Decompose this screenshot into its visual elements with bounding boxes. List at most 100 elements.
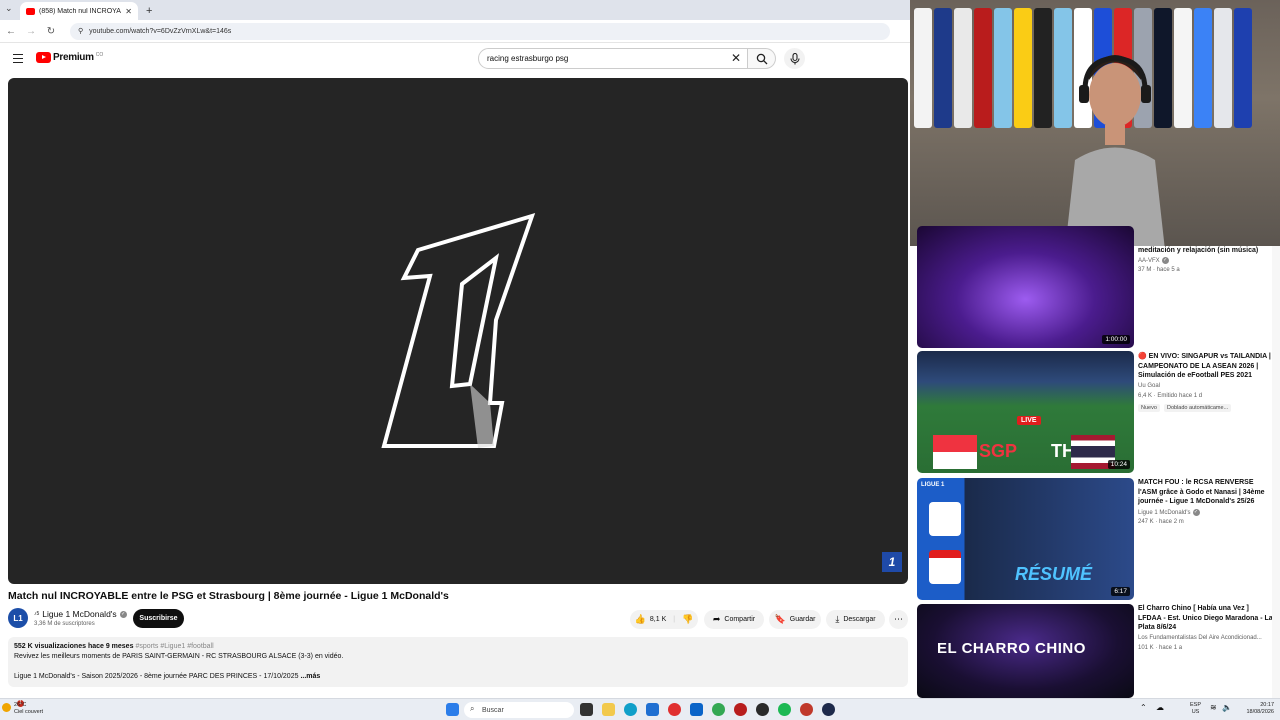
recommendation-title[interactable]: MATCH FOU : le RCSA RENVERSE l'ASM grâce… — [1138, 478, 1273, 507]
forward-icon[interactable]: → — [22, 26, 40, 37]
tab-list-chevron-icon[interactable]: ⌄ — [5, 3, 13, 14]
verified-icon: ✓ — [119, 610, 127, 618]
clear-search-icon[interactable]: ✕ — [731, 51, 741, 65]
channel-name-row[interactable]: ♪5 Ligue 1 McDonald's ✓ — [34, 609, 127, 619]
menu-icon[interactable] — [13, 54, 23, 63]
subscriber-count: 3,36 M de suscriptores — [34, 621, 95, 627]
like-icon[interactable]: 👍 — [635, 614, 646, 625]
view-count: 552 K visualizaciones — [14, 643, 86, 650]
volume-icon[interactable]: 🔈 — [1222, 703, 1232, 712]
video-player[interactable]: 1 — [8, 78, 908, 584]
verified-icon: ✓ — [1161, 257, 1169, 264]
recommendation-title[interactable]: meditación y relajación (sin música) — [1138, 246, 1273, 256]
singapore-flag-icon — [933, 435, 977, 469]
share-label: Compartir — [724, 616, 756, 623]
search-value: racing estrasburgo psg — [487, 54, 569, 63]
weather-widget[interactable]: 26°C Ciel couvert — [14, 702, 43, 716]
close-tab-icon[interactable]: ✕ — [125, 7, 132, 16]
like-dislike-group: 👍 8,1 K | 👎 — [630, 610, 698, 629]
description-line-1: Revivez les meilleurs moments de PARIS S… — [14, 653, 344, 660]
spotify-icon[interactable] — [778, 703, 791, 716]
recommendation-thumbnail[interactable]: EL CHARRO CHINO — [917, 604, 1134, 698]
recommendation-thumbnail[interactable]: LIGUE 1 RÉSUMÉ 6:17 — [917, 478, 1134, 600]
youtube-header: Premium CO racing estrasburgo psg ✕ — [0, 43, 910, 75]
taskbar-search-label: Buscar — [482, 706, 504, 714]
youtube-premium-logo[interactable]: Premium CO — [36, 52, 103, 63]
language-indicator[interactable]: ESP US — [1190, 702, 1201, 716]
opera-icon[interactable] — [668, 703, 681, 716]
description-box[interactable]: 552 K visualizaciones hace 9 meses #spor… — [8, 637, 908, 687]
verified-icon: ✓ — [1192, 509, 1200, 516]
recommendation-thumbnail[interactable]: 1:00:00 — [917, 226, 1134, 348]
subscribe-button[interactable]: Suscribirse — [133, 609, 184, 628]
show-more-link[interactable]: ...más — [300, 673, 320, 680]
taskbar-search[interactable]: ⌕ Buscar — [464, 702, 574, 718]
recommendation-channel[interactable]: Uu Goal — [1138, 383, 1160, 389]
like-count[interactable]: 8,1 K — [650, 616, 666, 623]
more-actions-button[interactable]: ⋯ — [889, 610, 908, 629]
recommendation-channel[interactable]: Los Fundamentalistas Del Aire Acondicion… — [1138, 635, 1262, 641]
site-info-icon[interactable]: ⚲ — [78, 27, 83, 35]
recommendation-title[interactable]: El Charro Chino [ Había una Vez ] LFDAA … — [1138, 604, 1273, 633]
channel-avatar[interactable]: L1 — [8, 608, 28, 628]
recommendation-channel[interactable]: AA-VFX ✓ — [1138, 257, 1169, 264]
new-badge: Nuevo — [1138, 404, 1160, 412]
url-field[interactable]: ⚲ youtube.com/watch?v=6DvZzVrnXLw&t=146s — [70, 22, 890, 40]
hashtags[interactable]: #sports #Ligue1 #football — [135, 643, 213, 650]
description-line-2: Ligue 1 McDonald's - Saison 2025/2026 - … — [14, 673, 299, 680]
browser-tab[interactable]: (858) Match nul INCROYABLE e ✕ — [20, 2, 138, 20]
recommendation-meta: 247 K · hace 2 m — [1138, 519, 1184, 525]
store-icon[interactable] — [646, 703, 659, 716]
streamer-person — [1065, 55, 1165, 246]
thumb-resume-text: RÉSUMÉ — [1015, 564, 1093, 584]
voice-search-button[interactable] — [784, 48, 805, 69]
clock-date: 18/08/2026 — [1246, 709, 1274, 715]
app-icon-record[interactable] — [800, 703, 813, 716]
search-button[interactable] — [748, 48, 776, 69]
thumb-title-text: EL CHARRO CHINO — [937, 640, 1086, 657]
recommendation-meta: 6,4 K · Emitido hace 1 d — [1138, 393, 1203, 399]
wifi-icon[interactable]: ≋ — [1210, 703, 1217, 712]
download-label: Descargar — [843, 616, 876, 623]
reload-icon[interactable]: ↻ — [42, 26, 60, 37]
weather-condition: Ciel couvert — [14, 709, 44, 715]
app-icon-dark[interactable] — [756, 703, 769, 716]
chrome-icon[interactable] — [712, 703, 725, 716]
duration-badge: 1:00:00 — [1102, 335, 1130, 344]
cloud-icon[interactable]: ☁ — [1156, 703, 1164, 712]
save-label: Guardar — [789, 616, 816, 623]
clock-time: 20:17 — [1260, 702, 1274, 708]
clock[interactable]: 20:17 18/08/2026 — [1238, 702, 1274, 716]
channel-name[interactable]: Ligue 1 McDonald's — [42, 609, 116, 619]
logo-text: Premium — [53, 52, 94, 63]
strasbourg-crest-icon — [929, 502, 961, 536]
app-icon-navy[interactable] — [822, 703, 835, 716]
edge-icon[interactable] — [624, 703, 637, 716]
recommendation-thumbnail[interactable]: LIVE SGP THA 10:24 — [917, 351, 1134, 473]
youtube-favicon-icon — [26, 7, 35, 15]
upload-age: hace 9 meses — [87, 643, 134, 650]
task-view-icon[interactable] — [580, 703, 593, 716]
video-title: Match nul INCROYABLE entre le PSG et Str… — [8, 590, 449, 602]
download-button[interactable]: ⤓ Descargar — [826, 610, 885, 629]
bookmark-icon: 🔖 — [774, 614, 786, 624]
windows-start-icon[interactable] — [446, 703, 459, 716]
app-icon-red[interactable] — [734, 703, 747, 716]
back-icon[interactable]: ← — [2, 26, 20, 37]
dislike-icon[interactable]: 👎 — [682, 614, 693, 625]
tray-chevron-icon[interactable]: ⌃ — [1140, 703, 1147, 712]
sidebar-scrollbar[interactable] — [1272, 246, 1280, 698]
save-button[interactable]: 🔖 Guardar — [769, 610, 821, 629]
file-explorer-icon[interactable] — [602, 703, 615, 716]
outlook-icon[interactable] — [690, 703, 703, 716]
recommendations-sidebar: 1:00:00 meditación y relajación (sin mús… — [910, 226, 1280, 698]
search-input[interactable]: racing estrasburgo psg ✕ — [478, 48, 748, 69]
share-icon: ➦ — [712, 614, 721, 624]
recommendation-meta: 101 K · hace 1 a — [1138, 645, 1183, 651]
weather-icon[interactable] — [2, 703, 11, 712]
thumb-team-1: SGP — [979, 441, 1018, 461]
recommendation-channel[interactable]: Ligue 1 McDonald's ✓ — [1138, 509, 1200, 516]
new-tab-button[interactable]: + — [146, 2, 152, 20]
recommendation-title[interactable]: 🔴 EN VIVO: SINGAPUR vs TAILANDIA | CAMPE… — [1138, 352, 1273, 381]
share-button[interactable]: ➦ Compartir — [704, 610, 764, 629]
